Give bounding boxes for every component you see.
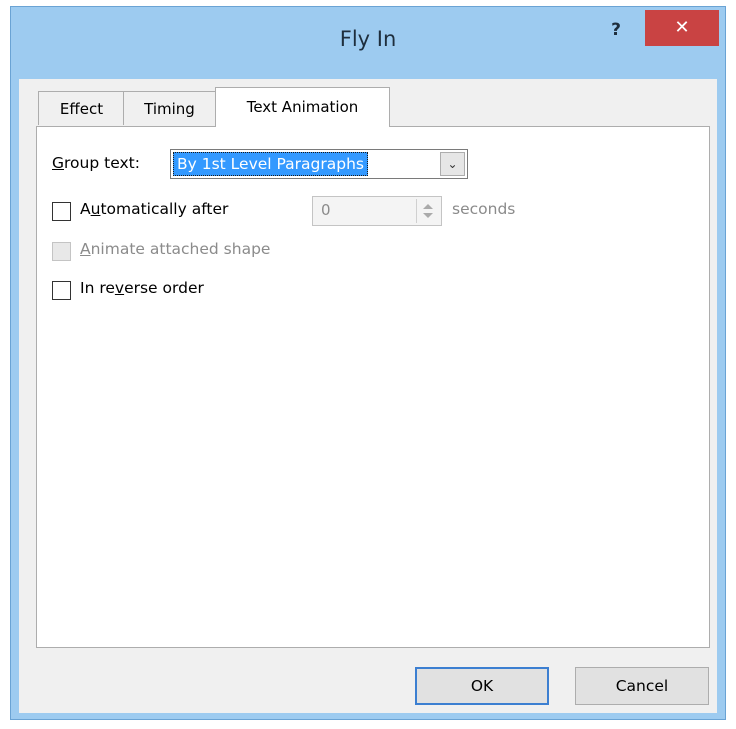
dialog-body: Effect Timing Text Animation Group text:… <box>19 79 717 713</box>
tab-text-animation[interactable]: Text Animation <box>215 87 390 127</box>
title-bar[interactable]: Fly In ? ✕ <box>11 7 725 81</box>
animate-attached-shape-checkbox <box>52 242 71 261</box>
spinner-arrows <box>416 199 439 223</box>
automatically-after-label[interactable]: Automatically after <box>80 200 228 218</box>
group-text-dropdown[interactable]: By 1st Level Paragraphs ⌄ <box>170 149 468 179</box>
cancel-button[interactable]: Cancel <box>575 667 709 705</box>
automatically-after-checkbox[interactable] <box>52 202 71 221</box>
close-button[interactable]: ✕ <box>645 10 719 46</box>
help-button[interactable]: ? <box>597 15 635 45</box>
seconds-label: seconds <box>452 200 516 218</box>
ok-button[interactable]: OK <box>415 667 549 705</box>
group-text-label: Group text: <box>52 154 140 172</box>
automatically-after-spinner: 0 <box>312 196 442 226</box>
animate-attached-shape-label: Animate attached shape <box>80 240 271 258</box>
close-icon: ✕ <box>674 17 690 38</box>
chevron-down-icon[interactable]: ⌄ <box>440 152 465 176</box>
tab-effect[interactable]: Effect <box>38 91 125 125</box>
fly-in-dialog: Fly In ? ✕ Effect Timing Text Animation … <box>10 6 726 720</box>
text-animation-panel: Group text: By 1st Level Paragraphs ⌄ Au… <box>36 126 710 648</box>
chevron-down-icon <box>423 213 433 218</box>
reverse-order-checkbox[interactable] <box>52 281 71 300</box>
chevron-up-icon <box>423 204 433 209</box>
tab-timing[interactable]: Timing <box>123 91 216 125</box>
group-text-selected-value: By 1st Level Paragraphs <box>173 152 368 176</box>
reverse-order-label[interactable]: In reverse order <box>80 279 204 297</box>
automatically-after-value: 0 <box>321 201 331 219</box>
